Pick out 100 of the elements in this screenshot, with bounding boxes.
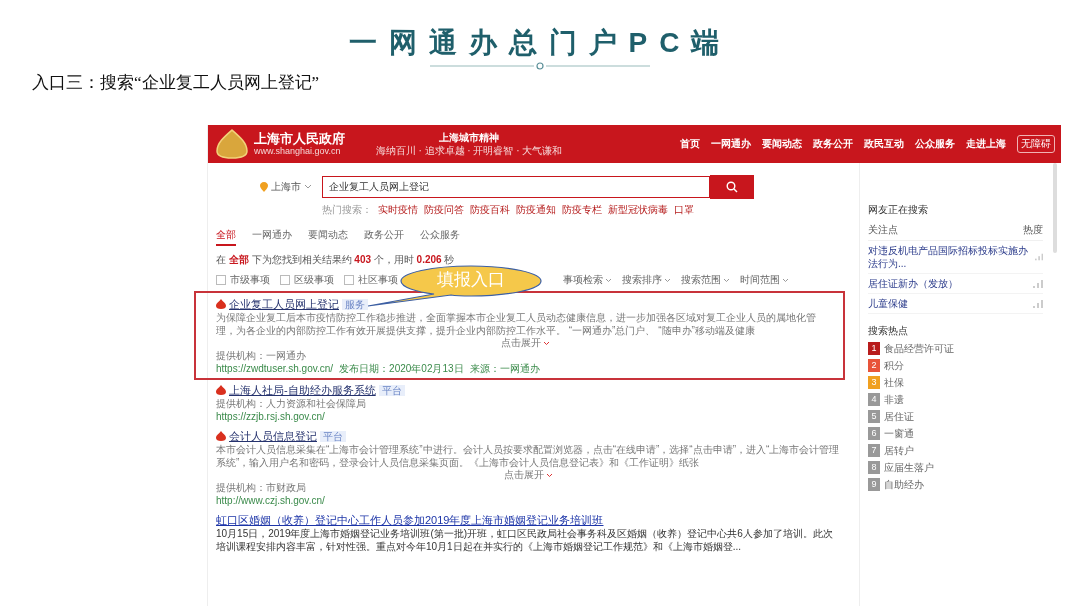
caret-icon [605, 277, 612, 283]
caret-icon [782, 277, 789, 283]
filter-checkbox[interactable]: 区级事项 [280, 273, 334, 287]
rank-badge: 9 [868, 478, 880, 491]
result-description: 本市会计人员信息采集在“上海市会计管理系统”中进行。会计人员按要求配置浏览器，点击“在线申请”，选择“点击申请”，进入“上海市会计管理系统”，输入用户名和密码，登录会计人员信息采集页面。《上海市会计人员信息登记表》和《工作证明》纸张 [216, 443, 841, 469]
category-tab[interactable]: 全部 [216, 228, 236, 246]
signal-bars-icon [1034, 253, 1043, 261]
result-url[interactable]: https://zzjb.rsj.sh.gov.cn/ [216, 410, 325, 423]
category-tab[interactable]: 要闻动态 [308, 228, 348, 246]
hot-keyword-link[interactable]: 积分 [884, 359, 904, 372]
result-title-link[interactable]: 上海人社局-自助经办服务系统 [229, 383, 376, 397]
rank-badge: 6 [868, 427, 880, 440]
category-tab[interactable]: 公众服务 [420, 228, 460, 246]
filter-dropdown[interactable]: 搜索排序 [622, 273, 671, 287]
caret-icon [664, 277, 671, 283]
hot-keyword-link[interactable]: 食品经营许可证 [884, 342, 954, 355]
flame-icon [216, 299, 226, 309]
hot-search-link[interactable]: 新型冠状病毒 [608, 203, 668, 216]
caret-icon [546, 473, 554, 478]
result-tag: 平台 [378, 384, 405, 396]
slide-subtitle: 入口三：搜索“企业复工人员网上登记” [32, 72, 320, 94]
scrollbar[interactable] [1053, 163, 1057, 253]
trending-link[interactable]: 对违反机电产品国际招标投标实施办法行为... [868, 244, 1031, 270]
column-header: 关注点 [868, 223, 898, 237]
nav-link[interactable]: 政民互动 [864, 137, 904, 151]
filter-checkbox[interactable]: 社区事项 [344, 273, 398, 287]
motto-title: 上海城市精神 [438, 131, 500, 144]
hot-keyword-link[interactable]: 非遗 [884, 393, 904, 406]
result-date: 发布日期：2020年02月13日 [339, 362, 464, 375]
hot-search-link[interactable]: 口罩 [674, 203, 694, 216]
result-url[interactable]: http://www.czj.sh.gov.cn/ [216, 494, 325, 507]
flame-icon [216, 431, 226, 441]
category-tab[interactable]: 一网通办 [252, 228, 292, 246]
result-provider: 提供机构：一网通办 [216, 349, 307, 362]
result-provider: 提供机构：市财政局 [216, 481, 307, 494]
hot-search-link[interactable]: 防疫通知 [516, 203, 556, 216]
caret-icon [543, 341, 551, 346]
hot-keyword-link[interactable]: 居住证 [884, 410, 914, 423]
sidebar-title: 网友正在搜索 [868, 203, 929, 217]
signal-bars-icon [1033, 299, 1043, 308]
trending-link[interactable]: 居住证新办（发放） [868, 277, 958, 290]
result-title-link[interactable]: 虹口区婚姻（收养）登记中心工作人员参加2019年度上海市婚姻登记业务培训班 [216, 513, 604, 527]
signal-bars-icon [1033, 279, 1043, 288]
rank-badge: 3 [868, 376, 880, 389]
result-summary: 在 全部 下为您找到相关结果约 403 个，用时 0.206 秒 [216, 253, 455, 266]
filter-dropdown[interactable]: 搜索范围 [681, 273, 730, 287]
result-provider: 提供机构：人力资源和社会保障局 [216, 397, 367, 410]
filter-checkbox[interactable]: 市级事项 [216, 273, 270, 287]
expand-link[interactable]: 点击展开 [216, 337, 835, 349]
nav-link[interactable]: 一网通办 [711, 137, 751, 151]
search-icon [726, 181, 738, 193]
hot-search-link[interactable]: 实时疫情 [378, 203, 418, 216]
result-description: 为保障企业复工后本市疫情防控工作稳步推进，全面掌握本市企业复工人员动态健康信息，进一步加强各区域对复工企业人员的属地化管理，为各企业的内部防控工作有效开展提供支撑，提升企业内部防控工作水平。 “一网通办”总门户、 “随申办”移动端及健康 [216, 311, 817, 337]
rank-badge: 7 [868, 444, 880, 457]
divider-ornament-icon [430, 62, 650, 70]
nav-link[interactable]: 公众服务 [915, 137, 955, 151]
caret-icon [304, 184, 312, 190]
result-title-link[interactable]: 企业复工人员网上登记 [229, 297, 339, 311]
nav-link[interactable]: 走进上海 [966, 137, 1006, 151]
accessibility-button[interactable]: 无障碍 [1017, 135, 1055, 153]
site-name: 上海市人民政府 [254, 131, 345, 146]
rank-badge: 8 [868, 461, 880, 474]
nav-link[interactable]: 要闻动态 [762, 137, 802, 151]
flame-icon [216, 385, 226, 395]
nav-link[interactable]: 政务公开 [813, 137, 853, 151]
hot-keyword-link[interactable]: 应届生落户 [884, 461, 934, 474]
nav-link[interactable]: 首页 [680, 137, 700, 151]
slide-title: 一网通办总门户PC端 [347, 26, 733, 60]
site-url: www.shanghai.gov.cn [254, 146, 342, 157]
motto-text: 海纳百川 · 追求卓越 · 开明睿智 · 大气谦和 [374, 144, 564, 157]
filter-dropdown[interactable]: 时间范围 [740, 273, 789, 287]
hot-search-link[interactable]: 防疫百科 [470, 203, 510, 216]
category-tab[interactable]: 政务公开 [364, 228, 404, 246]
emblem-logo [216, 129, 248, 159]
location-pin-icon [260, 182, 268, 192]
result-description: 10月15日，2019年度上海市婚姻登记业务培训班(第一批)开班，虹口区民政局社会事务科及区婚姻（收养）登记中心共6人参加了培训。此次培训课程安排内容丰富，针对性强。重点对今年10月1日起在并实行的《上海市婚姻登记工作规范》和《上海市婚姻登... [216, 527, 834, 553]
filter-dropdown[interactable]: 事项检索 [563, 273, 612, 287]
hot-search-link[interactable]: 防疫专栏 [562, 203, 602, 216]
hot-keyword-link[interactable]: 自助经办 [884, 478, 924, 491]
rank-badge: 4 [868, 393, 880, 406]
rank-badge: 5 [868, 410, 880, 423]
search-button[interactable] [710, 175, 754, 199]
result-source: 来源：一网通办 [469, 362, 540, 375]
hot-keyword-link[interactable]: 一窗通 [884, 427, 914, 440]
hot-keyword-link[interactable]: 社保 [884, 376, 904, 389]
callout-text: 填报入口 [437, 269, 505, 291]
result-url[interactable]: https://zwdtuser.sh.gov.cn/ [216, 362, 334, 375]
result-tag: 平台 [320, 430, 346, 442]
rank-badge: 2 [868, 359, 880, 372]
caret-icon [723, 277, 730, 283]
column-header: 热度 [1023, 223, 1043, 237]
hot-search-label: 热门搜索： [322, 203, 372, 216]
trending-link[interactable]: 儿童保健 [868, 297, 908, 310]
result-title-link[interactable]: 会计人员信息登记 [229, 429, 317, 443]
hot-keyword-link[interactable]: 居转户 [884, 444, 914, 457]
location-selector[interactable]: 上海市 [260, 180, 322, 194]
search-field[interactable]: 企业复工人员网上登记 [322, 176, 710, 198]
expand-link[interactable]: 点击展开 [216, 469, 841, 481]
hot-search-link[interactable]: 防疫问答 [424, 203, 464, 216]
result-tag: 服务 [342, 298, 368, 310]
